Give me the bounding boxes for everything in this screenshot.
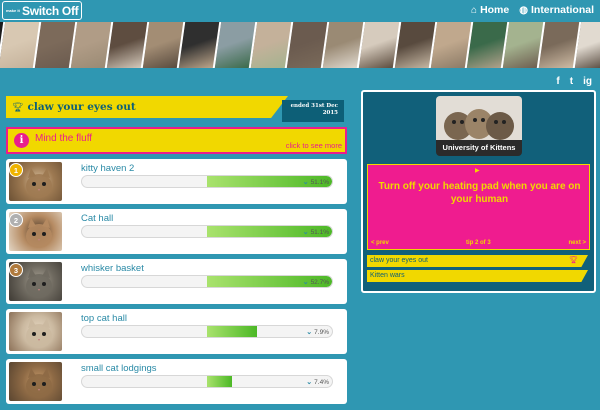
vote-progress-fill (207, 326, 257, 337)
entry-name[interactable]: kitty haven 2 (81, 163, 134, 174)
tip-next-button[interactable]: next > (568, 240, 586, 246)
chevron-down-icon[interactable]: ⌄ (306, 378, 312, 386)
leaderboard-entry[interactable]: top cat hall ⌄ 7.9% (6, 309, 347, 354)
leaderboard-entry[interactable]: 3 whisker basket ⌄ 52.7% (6, 259, 347, 304)
vote-percentage-label: 51.1% (310, 178, 329, 186)
chevron-down-icon[interactable]: ⌄ (303, 228, 309, 236)
competition-banner: 🏆︎ claw your eyes out (6, 96, 288, 118)
nav-home[interactable]: ⌂ Home (471, 4, 509, 16)
leaderboard: 1 kitty haven 2 ⌄ 51.1% 2 Cat hall ⌄ 51.… (6, 159, 347, 409)
competition-tag[interactable]: Kitten wars (367, 270, 588, 282)
facebook-icon[interactable]: f (556, 76, 559, 87)
nav-home-label: Home (480, 4, 510, 16)
home-icon: ⌂ (471, 4, 478, 16)
rank-badge: 2 (9, 213, 23, 227)
competition-tag-label: Kitten wars (370, 272, 405, 279)
competition-tag-label: claw your eyes out (370, 257, 428, 264)
vote-progress-fill (207, 376, 232, 387)
vote-percentage-label: 7.4% (314, 378, 329, 386)
instagram-icon[interactable]: ig (583, 76, 592, 87)
competition-tag[interactable]: claw your eyes out 🏆︎ (367, 255, 588, 267)
entry-name[interactable]: small cat lodgings (81, 363, 157, 374)
vote-percentage: ⌄ 52.7% (303, 278, 329, 287)
notice-title: Mind the fluff (35, 133, 93, 144)
university-card[interactable]: University of Kittens (436, 96, 522, 156)
leaderboard-entry[interactable]: 1 kitty haven 2 ⌄ 51.1% (6, 159, 347, 204)
vote-percentage: ⌄ 7.4% (306, 378, 329, 387)
notice-more-link[interactable]: click to see more (286, 141, 342, 150)
chevron-down-icon[interactable]: ⌄ (306, 328, 312, 336)
twitter-icon[interactable]: t (570, 76, 573, 87)
entry-name[interactable]: whisker basket (81, 263, 144, 274)
globe-icon: ◍ (519, 4, 528, 16)
nav-international[interactable]: ◍ International (519, 4, 594, 16)
trophy-icon: 🏆︎ (569, 257, 578, 264)
cat-photo (26, 368, 52, 398)
logo-wordmark: Switch Off (22, 3, 79, 18)
info-icon: i (14, 133, 29, 148)
notice-box: i Mind the fluff click to see more (6, 127, 347, 154)
entry-name[interactable]: Cat hall (81, 213, 113, 224)
leaderboard-entry[interactable]: 2 Cat hall ⌄ 51.1% (6, 209, 347, 254)
vote-percentage: ⌄ 51.1% (303, 178, 329, 187)
vote-progress-bar: ⌄ 7.4% (81, 375, 333, 388)
cat-photo (26, 318, 52, 348)
vote-percentage-label: 52.7% (310, 278, 329, 286)
vote-progress-bar: ⌄ 51.1% (81, 175, 333, 188)
tip-text: Turn off your heating pad when you are o… (378, 181, 581, 205)
main-nav: ⌂ Home ◍ International (471, 4, 594, 16)
kittens-photo (436, 96, 522, 140)
competition-title: claw your eyes out (27, 101, 136, 113)
vote-percentage: ⌄ 51.1% (303, 228, 329, 237)
vote-progress-bar: ⌄ 52.7% (81, 275, 333, 288)
tip-prev-button[interactable]: < prev (371, 240, 389, 246)
vote-progress-bar: ⌄ 7.9% (81, 325, 333, 338)
entry-name[interactable]: top cat hall (81, 313, 127, 324)
leaderboard-entry[interactable]: small cat lodgings ⌄ 7.4% (6, 359, 347, 404)
vote-progress-bar: ⌄ 51.1% (81, 225, 333, 238)
vote-percentage-label: 51.1% (310, 228, 329, 236)
chevron-down-icon[interactable]: ⌄ (303, 278, 309, 286)
vote-percentage: ⌄ 7.9% (306, 328, 329, 337)
trophy-icon: 🏆︎ (12, 101, 24, 112)
entry-thumbnail (9, 362, 62, 401)
university-name: University of Kittens (436, 140, 522, 156)
rank-badge: 3 (9, 263, 23, 277)
tips-panel: University of Kittens ▶ Turn off your he… (361, 90, 596, 293)
chevron-down-icon[interactable]: ⌄ (303, 178, 309, 186)
tip-card: ▶ Turn off your heating pad when you are… (367, 164, 590, 250)
tip-counter: tip 2 of 3 (466, 240, 491, 246)
site-logo[interactable]: make it Switch Off (2, 1, 83, 20)
social-links: f t ig (556, 76, 592, 87)
play-icon[interactable]: ▶ (475, 167, 480, 174)
entry-thumbnail (9, 312, 62, 351)
ended-date: ended 31st Dec 2015 (282, 100, 344, 122)
top-bar: make it Switch Off ⌂ Home ◍ Internationa… (0, 0, 600, 22)
logo-tagline: make it (6, 7, 20, 13)
nav-international-label: International (530, 4, 594, 16)
ended-label: ended 31st Dec 2015 (290, 103, 338, 116)
photo-strip (0, 22, 600, 68)
vote-percentage-label: 7.9% (314, 328, 329, 336)
rank-badge: 1 (9, 163, 23, 177)
